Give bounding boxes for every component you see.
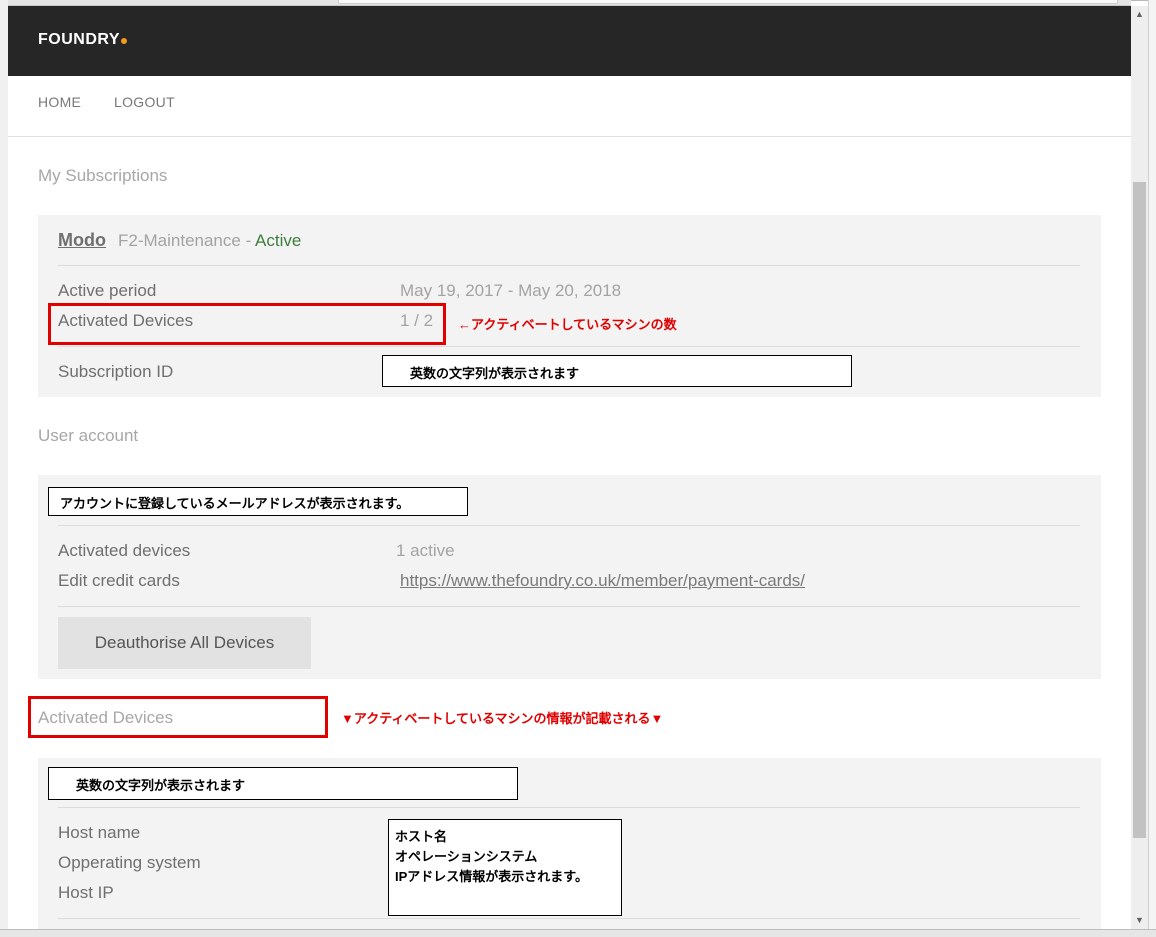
info-line-os: オペレーションシステム: [395, 849, 538, 864]
panel-divider: [58, 918, 1080, 919]
email-placeholder-box: アカウントに登録しているメールアドレスが表示されます。: [48, 487, 468, 516]
panel-divider: [58, 265, 1080, 266]
highlight-activated-devices: [48, 303, 446, 345]
window-right-edge: [1148, 0, 1156, 937]
payment-cards-link[interactable]: https://www.thefoundry.co.uk/member/paym…: [400, 571, 805, 591]
panel-divider: [58, 606, 1080, 607]
subscription-id-label: Subscription ID: [58, 362, 174, 381]
subscription-status: Active: [255, 231, 302, 250]
info-line-host: ホスト名: [395, 829, 448, 844]
device-id-placeholder-box: 英数の文字列が表示されます: [48, 767, 518, 800]
active-period-label: Active period: [58, 281, 157, 300]
panel-divider: [58, 807, 1080, 808]
address-bar: [338, 0, 1118, 4]
deauthorise-all-devices-button[interactable]: Deauthorise All Devices: [58, 617, 311, 669]
scroll-down-arrow-icon[interactable]: ▼: [1131, 912, 1148, 929]
site-header: FOUNDRY: [8, 6, 1131, 76]
activated-devices-active: 1 active: [396, 541, 455, 560]
logo-dot-icon: [121, 38, 128, 44]
annotation-device-count: ←アクティベートしているマシンの数: [458, 317, 677, 332]
nav-logout-link[interactable]: LOGOUT: [114, 94, 175, 110]
user-account-section-title: User account: [38, 426, 139, 445]
info-line-ip: IPアドレス情報が表示されます。: [395, 869, 588, 884]
nav-home-link[interactable]: HOME: [38, 94, 81, 110]
panel-divider: [58, 525, 1080, 526]
operating-system-label: Opperating system: [58, 853, 201, 872]
host-name-label: Host name: [58, 823, 141, 842]
subscriptions-section-title: My Subscriptions: [38, 166, 168, 185]
plan-name: F2-Maintenance -: [118, 231, 256, 250]
active-period-value: May 19, 2017 - May 20, 2018: [400, 281, 622, 300]
annotation-device-info: ▼アクティベートしているマシンの情報が記載される▼: [341, 711, 664, 726]
product-name-link[interactable]: Modo: [58, 230, 106, 251]
highlight-devices-section: [28, 696, 328, 738]
main-nav: HOME LOGOUT: [8, 76, 1131, 137]
activated-devices-label: Activated devices: [58, 541, 191, 560]
product-plan-text: F2-Maintenance - Active: [118, 231, 301, 251]
vertical-scrollbar[interactable]: ▲ ▼: [1131, 6, 1148, 929]
window-bottom-edge: [0, 929, 1156, 937]
foundry-logo[interactable]: FOUNDRY: [38, 31, 128, 49]
device-info-placeholder-box: ホスト名 オペレーションシステム IPアドレス情報が表示されます。: [388, 819, 622, 916]
window-left-edge: [0, 0, 8, 937]
host-ip-label: Host IP: [58, 883, 114, 902]
scroll-up-arrow-icon[interactable]: ▲: [1131, 6, 1148, 23]
scroll-thumb[interactable]: [1133, 182, 1146, 838]
logo-text: FOUNDRY: [38, 31, 121, 48]
subscription-id-placeholder-box: 英数の文字列が表示されます: [382, 355, 852, 387]
edit-credit-cards-label: Edit credit cards: [58, 571, 180, 590]
panel-divider: [58, 346, 1080, 347]
